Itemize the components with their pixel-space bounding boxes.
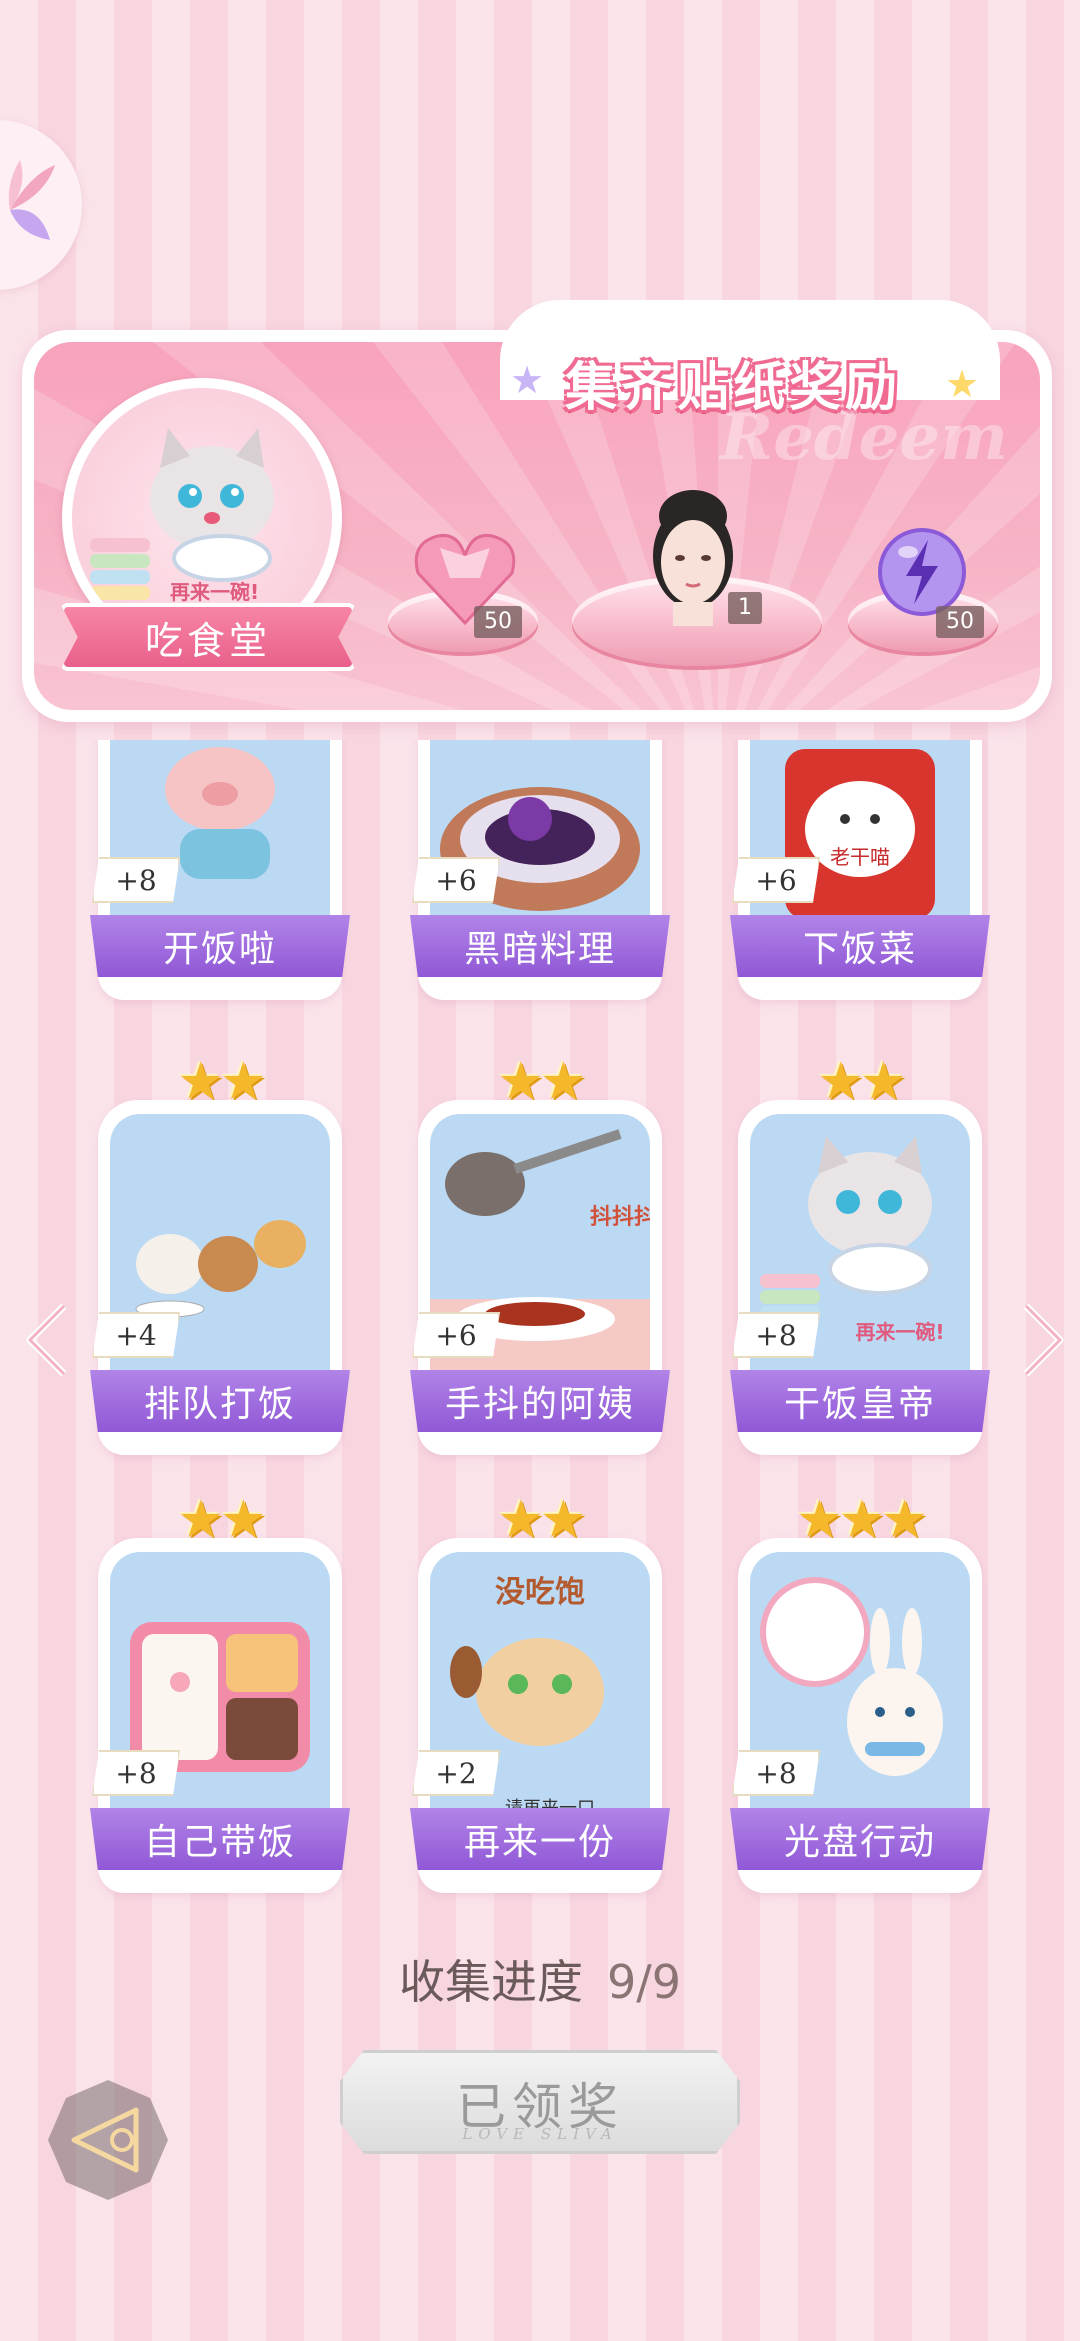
svg-text:老干喵: 老干喵: [830, 845, 890, 869]
reward-count: 50: [936, 606, 984, 638]
pig-running-icon: [165, 747, 275, 879]
sticker-name: 自己带饭: [90, 1808, 350, 1870]
sticker-name: 黑暗料理: [410, 915, 670, 977]
progress-label: 收集进度: [398, 1955, 583, 2009]
sticker-points: +8: [92, 857, 180, 903]
pinwheel-icon: [8, 160, 55, 240]
sticker-name: 手抖的阿姨: [410, 1370, 670, 1432]
sticker-name: 下饭菜: [730, 915, 990, 977]
sticker-points: +2: [412, 1750, 500, 1796]
sticker-points: +4: [92, 1312, 180, 1358]
reward-count: 50: [474, 606, 522, 638]
sticker-name: 光盘行动: [730, 1808, 990, 1870]
svg-text:再来一碗!: 再来一碗!: [855, 1320, 944, 1344]
dark-dish-icon: [440, 787, 640, 911]
sticker-card[interactable]: ★★ 再来一碗! +8 干饭皇帝: [730, 1052, 990, 1460]
sticker-card[interactable]: 老干喵 +6 下饭菜: [730, 740, 990, 1005]
chili-sauce-jar-icon: 老干喵: [785, 749, 935, 919]
sticker-points: +8: [732, 1312, 820, 1358]
reward-count: 1: [728, 592, 762, 624]
collection-progress: 收集进度 9/9: [0, 1946, 1080, 2012]
sticker-name: 开饭啦: [90, 915, 350, 977]
sticker-card[interactable]: ★★ +4 排队打饭: [90, 1052, 350, 1460]
claimed-button-sub: LOVE SLIVA: [462, 2125, 618, 2143]
logo-tagline: 再来一碗!: [170, 580, 260, 604]
chevron-right-icon[interactable]: [1018, 1300, 1068, 1380]
svg-text:抖抖抖!: 抖抖抖!: [590, 1205, 650, 1230]
claimed-button[interactable]: 已领奖 LOVE SLIVA: [340, 2050, 740, 2154]
collection-name: 吃食堂: [60, 603, 356, 671]
sticker-card[interactable]: ★★★ +8 光盘行动: [730, 1490, 990, 1898]
back-arrow-icon: [71, 2107, 139, 2173]
menu-fan-button[interactable]: [0, 120, 82, 290]
sticker-points: +6: [732, 857, 820, 903]
sticker-name: 排队打饭: [90, 1370, 350, 1432]
sticker-points: +6: [412, 857, 500, 903]
sticker-card[interactable]: +8 开饭啦: [90, 740, 350, 1005]
svg-text:没吃饱: 没吃饱: [495, 1575, 585, 1610]
back-button[interactable]: [48, 2080, 168, 2200]
banner-watermark: Redeem: [720, 400, 1008, 475]
sticker-points: +8: [732, 1750, 820, 1796]
sticker-points: +6: [412, 1312, 500, 1358]
sticker-name: 再来一份: [410, 1808, 670, 1870]
sticker-name: 干饭皇帝: [730, 1370, 990, 1432]
sticker-card[interactable]: ★★ 抖抖抖! +6 手抖的阿姨: [410, 1052, 670, 1460]
sticker-card[interactable]: ★★ 没吃饱 请再来一口 +2 再来一份: [410, 1490, 670, 1898]
sticker-points: +8: [92, 1750, 180, 1796]
sticker-row-1: +8 开饭啦 +6 黑暗料理 老干喵 +6 下饭菜: [0, 740, 1080, 1010]
progress-value: 9/9: [606, 1955, 682, 2009]
chevron-left-icon[interactable]: [22, 1300, 72, 1380]
sticker-card[interactable]: ★★ +8 自己带饭: [90, 1490, 350, 1898]
star-deco-icon: ★: [510, 358, 545, 402]
sticker-card[interactable]: +6 黑暗料理: [410, 740, 670, 1005]
